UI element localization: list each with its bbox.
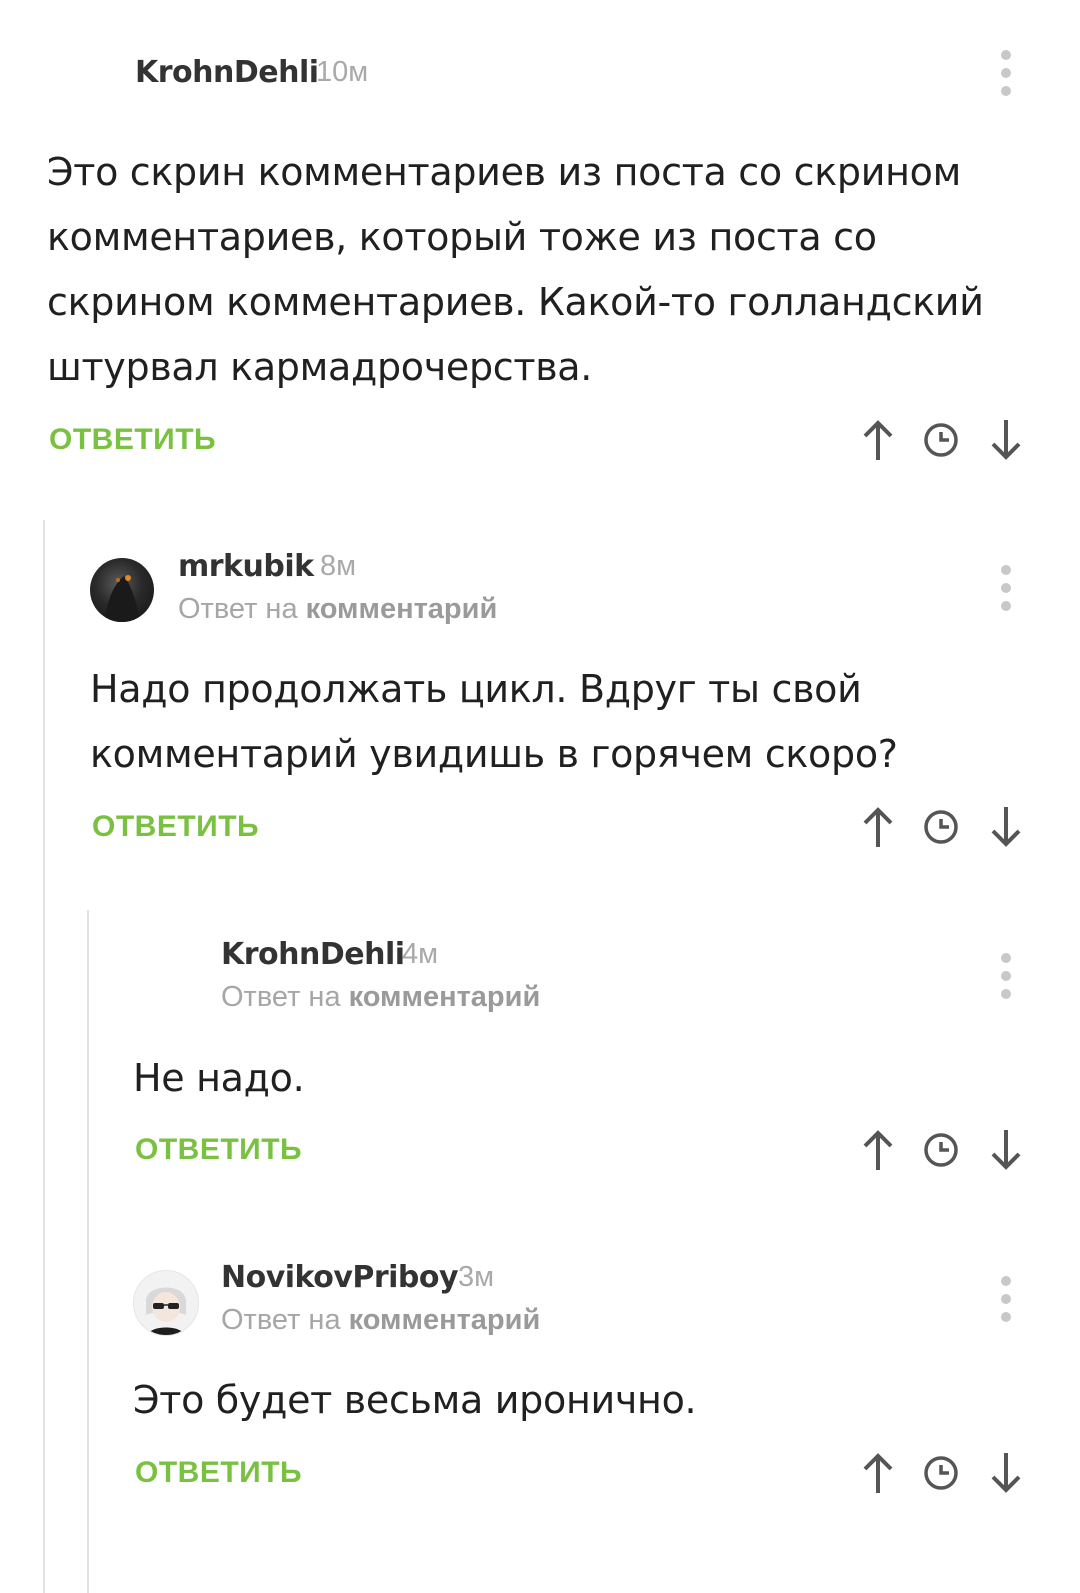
comment-text: Это будет весьма иронично. <box>133 1378 697 1422</box>
avatar[interactable] <box>90 558 154 622</box>
avatar-image <box>146 1287 186 1335</box>
comment-author[interactable]: KrohnDehli <box>221 937 405 972</box>
reply-to-prefix: Ответ на <box>221 1304 341 1336</box>
comment-author[interactable]: mrkubik <box>178 549 314 584</box>
comment-author[interactable]: KrohnDehli <box>135 55 319 90</box>
reply-to-link[interactable]: комментарий <box>349 981 541 1013</box>
more-options-icon[interactable] <box>996 1276 1016 1322</box>
comment: KrohnDehli 10м Это скрин комментариев из… <box>0 0 1080 480</box>
reply-button[interactable]: ОТВЕТИТЬ <box>135 1133 302 1167</box>
avatar[interactable] <box>133 1270 199 1336</box>
comment-time: 3м <box>458 1261 495 1293</box>
clock-icon[interactable] <box>922 421 960 459</box>
comment-text: Это скрин комментариев из поста со скрин… <box>47 150 984 389</box>
reply-button[interactable]: ОТВЕТИТЬ <box>135 1456 302 1490</box>
reply-to-label: Ответ на комментарий <box>221 981 540 1014</box>
reply-to-label: Ответ на комментарий <box>178 593 497 626</box>
comment-time: 8м <box>320 550 357 582</box>
clock-icon[interactable] <box>922 1454 960 1492</box>
comment-time: 10м <box>316 56 369 88</box>
more-options-icon[interactable] <box>996 953 1016 999</box>
reply-to-link[interactable]: комментарий <box>349 1304 541 1336</box>
comment-text: Надо продолжать цикл. Вдруг ты свой комм… <box>90 667 898 776</box>
reply-to-label: Ответ на комментарий <box>221 1304 540 1337</box>
arrow-up-icon[interactable] <box>860 1128 896 1172</box>
more-options-icon[interactable] <box>996 565 1016 611</box>
clock-icon[interactable] <box>922 1131 960 1169</box>
reply-to-prefix: Ответ на <box>221 981 341 1013</box>
thread-line-level-2 <box>87 910 89 1593</box>
avatar-image <box>104 575 140 622</box>
arrow-down-icon[interactable] <box>988 805 1024 849</box>
comment-author[interactable]: NovikovPriboy <box>221 1260 459 1295</box>
more-options-icon[interactable] <box>996 50 1016 96</box>
comment-time: 4м <box>402 938 439 970</box>
arrow-up-icon[interactable] <box>860 1451 896 1495</box>
clock-icon[interactable] <box>922 808 960 846</box>
arrow-up-icon[interactable] <box>860 805 896 849</box>
comment-text: Не надо. <box>133 1056 305 1100</box>
arrow-down-icon[interactable] <box>988 1128 1024 1172</box>
arrow-down-icon[interactable] <box>988 418 1024 462</box>
arrow-down-icon[interactable] <box>988 1451 1024 1495</box>
reply-button[interactable]: ОТВЕТИТЬ <box>92 810 259 844</box>
thread-line-level-1 <box>43 520 45 1593</box>
arrow-up-icon[interactable] <box>860 418 896 462</box>
reply-button[interactable]: ОТВЕТИТЬ <box>49 423 216 457</box>
reply-to-prefix: Ответ на <box>178 593 298 625</box>
reply-to-link[interactable]: комментарий <box>306 593 498 625</box>
